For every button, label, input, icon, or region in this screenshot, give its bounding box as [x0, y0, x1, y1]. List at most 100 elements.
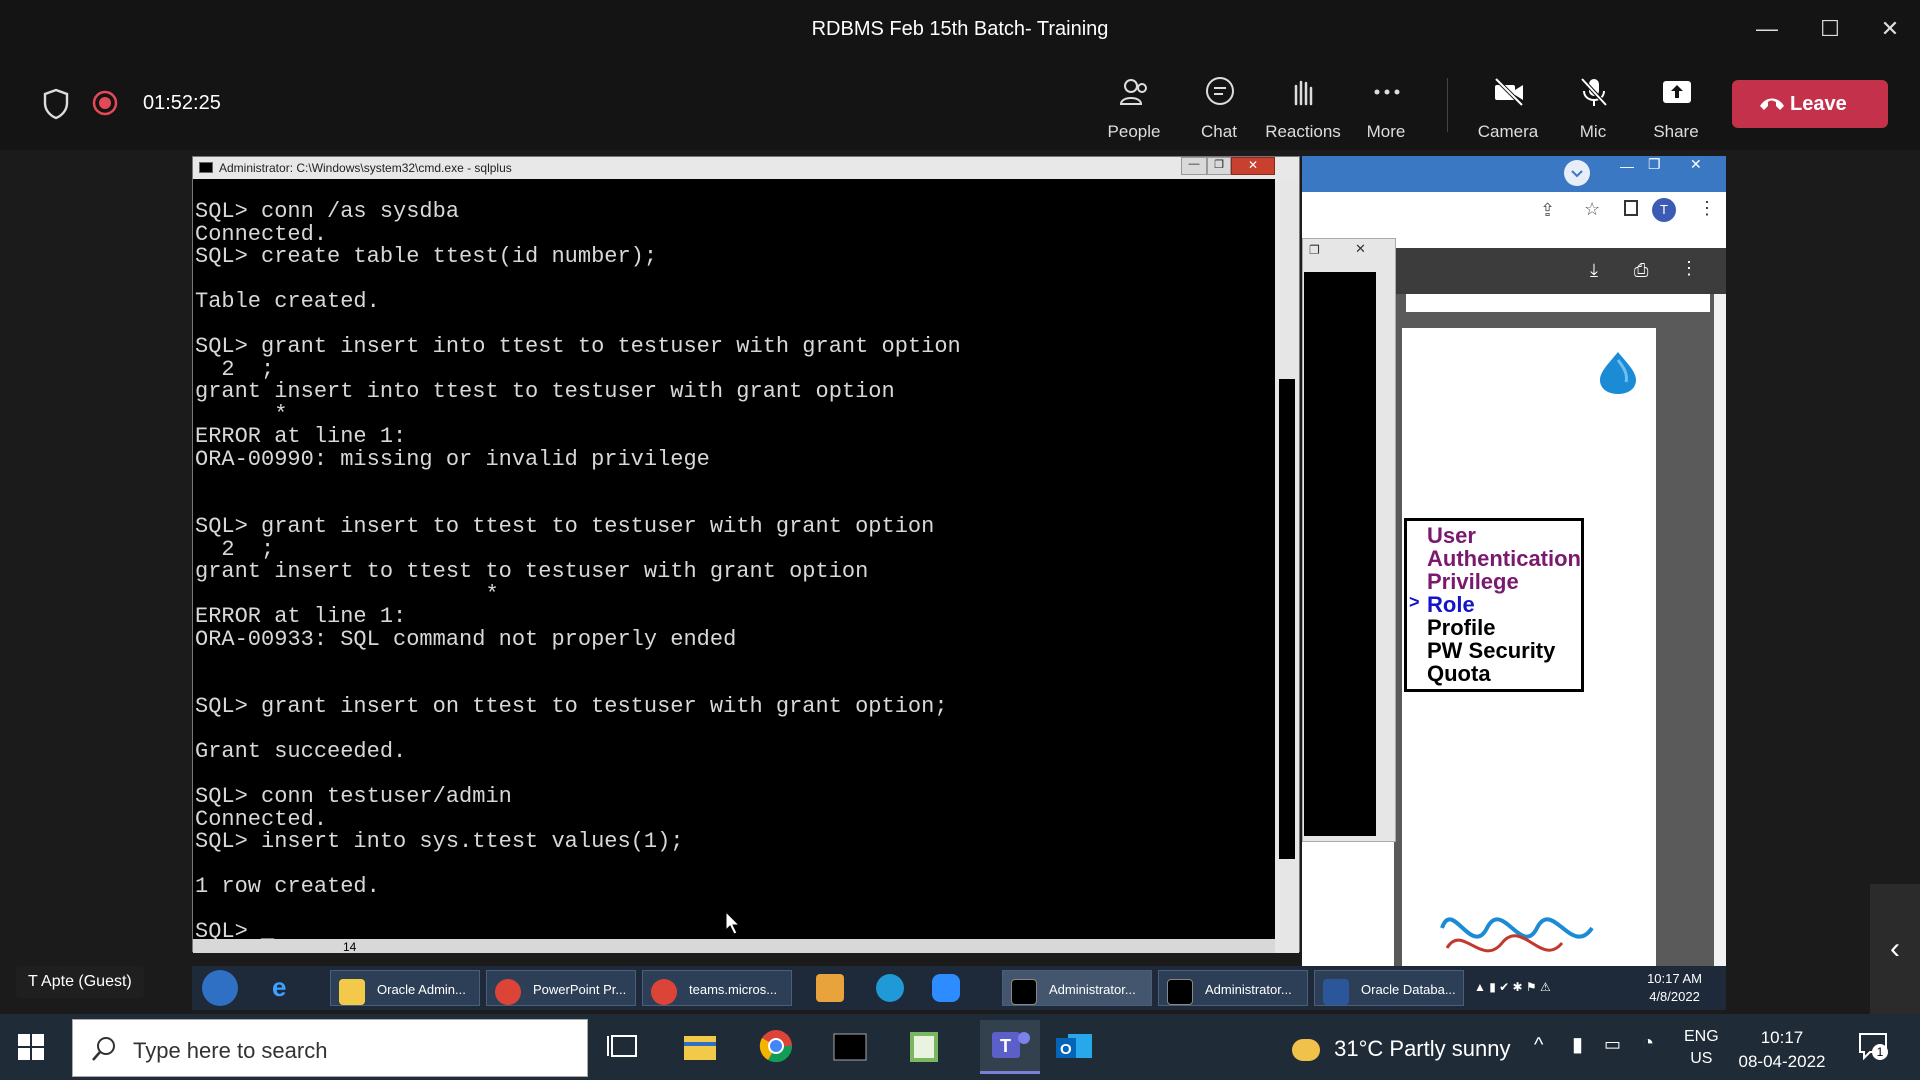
minimize-button[interactable]: — [1752, 14, 1782, 44]
background-console-area [1304, 272, 1376, 836]
console-line: Grant succeeded. [195, 739, 407, 764]
close-button[interactable]: ✕ [1875, 14, 1905, 44]
star-icon[interactable]: ☆ [1584, 199, 1600, 220]
download-icon[interactable]: ⤓ [1590, 260, 1598, 281]
participant-name-tag: T Apte (Guest) [16, 966, 144, 998]
chevron-down-icon[interactable] [1564, 160, 1590, 186]
remote-time: 10:17 AM [1647, 971, 1702, 986]
console-line: ERROR at line 1: [195, 424, 407, 449]
console-line: ERROR at line 1: [195, 604, 407, 629]
microphone-tray-icon[interactable]: ▮ [1572, 1032, 1583, 1057]
remote-task-powerpoint[interactable]: PowerPoint Pr... [486, 970, 636, 1006]
cmd-scroll-thumb[interactable] [1279, 379, 1295, 859]
leave-button[interactable]: Leave [1732, 80, 1888, 128]
outlook-icon[interactable]: O [1054, 1026, 1094, 1066]
chrome-icon [495, 979, 521, 1005]
remote-start-icon[interactable] [202, 970, 238, 1006]
terminal-icon[interactable] [830, 1026, 870, 1066]
weather-text: 31°C Partly sunny [1334, 1036, 1511, 1061]
notification-center-icon[interactable]: 1 [1858, 1032, 1888, 1065]
browser-close-icon[interactable]: ✕ [1690, 156, 1702, 173]
remote-tray-icons[interactable]: ▲ ▮ ✔ ✱ ⚑ ⚠ [1474, 980, 1604, 996]
console-line: SQL> insert into sys.ttest values(1); [195, 829, 684, 854]
taskbar-search-box[interactable]: Type here to search [72, 1019, 588, 1077]
pdf-menu-icon[interactable]: ⋮ [1680, 258, 1698, 279]
share-page-icon[interactable]: ⇪ [1540, 200, 1555, 221]
task-view-icon[interactable] [604, 1026, 644, 1066]
console-line: ORA-00933: SQL command not properly ende… [195, 626, 737, 652]
chat-label: Chat [1201, 122, 1237, 141]
internet-explorer-icon[interactable]: e [272, 972, 304, 1004]
remote-task-oracle-admin[interactable]: Oracle Admin... [330, 970, 480, 1006]
weather-widget[interactable]: 31°C Partly sunny [1292, 1036, 1510, 1062]
pdf-scrollbar[interactable] [1714, 294, 1726, 970]
notepad-icon[interactable] [904, 1026, 944, 1066]
svg-text:O: O [1060, 1041, 1072, 1058]
people-label: People [1107, 122, 1161, 141]
browser-address-bar: ⇪ ☆ T ⋮ [1302, 192, 1726, 232]
mic-off-icon [1580, 77, 1608, 107]
pdf-toolbar: ⤓ ⎙ ⋮ [1394, 248, 1726, 294]
media-player-icon[interactable] [816, 974, 844, 1002]
tray-chevron-icon[interactable]: ^ [1534, 1034, 1543, 1057]
windows-start-icon[interactable] [18, 1034, 44, 1065]
browser-restore-icon[interactable]: ❐ [1648, 156, 1661, 173]
decorative-swirl-graphic [1432, 888, 1602, 973]
maximize-button[interactable]: ☐ [1815, 14, 1845, 44]
camera-button[interactable]: Camera [1465, 74, 1551, 144]
reactions-button[interactable]: Reactions [1260, 74, 1346, 144]
print-icon[interactable]: ⎙ [1634, 260, 1648, 281]
teams-icon[interactable]: T [980, 1020, 1040, 1074]
dialog-restore-icon[interactable]: ❐ [1309, 243, 1320, 257]
battery-icon[interactable]: ▭ [1604, 1034, 1621, 1055]
chat-button[interactable]: Chat [1176, 74, 1262, 144]
file-explorer-icon[interactable] [680, 1026, 720, 1066]
language-indicator[interactable]: ENG US [1684, 1026, 1719, 1070]
people-button[interactable]: People [1091, 74, 1177, 144]
cmd-maximize-button[interactable]: ❐ [1207, 157, 1231, 175]
remote-task-oracle-database[interactable]: Oracle Databa... [1314, 970, 1464, 1006]
cmd-console-output[interactable]: SQL> conn /as sysdba Connected. SQL> creat… [195, 200, 1265, 942]
dialog-close-icon[interactable]: ✕ [1355, 241, 1366, 257]
remote-task-teams[interactable]: teams.micros... [642, 970, 792, 1006]
cmd-vertical-scrollbar[interactable] [1275, 179, 1299, 953]
share-button[interactable]: Share [1633, 74, 1719, 144]
camera-off-icon [1494, 77, 1524, 107]
zoom-icon[interactable] [932, 974, 960, 1002]
windows-taskbar: Type here to search T O 31°C Partly sunn… [0, 1014, 1920, 1080]
browser-menu-icon[interactable]: ⋮ [1698, 198, 1716, 219]
chrome-icon[interactable] [756, 1026, 796, 1066]
browser-minimize-icon[interactable]: — [1620, 158, 1634, 174]
cmd-hscroll-label: 14 [343, 940, 357, 954]
mouse-cursor-icon [725, 910, 741, 940]
taskbar-clock[interactable]: 10:17 08-04-2022 [1734, 1026, 1830, 1074]
remote-task-administrator-1[interactable]: Administrator... [1002, 970, 1152, 1006]
remote-date: 4/8/2022 [1649, 989, 1700, 1004]
mic-button[interactable]: Mic [1550, 74, 1636, 144]
leave-label: Leave [1790, 93, 1847, 115]
wifi-icon[interactable]: ◔ [1642, 1032, 1654, 1055]
profile-avatar[interactable]: T [1652, 198, 1676, 222]
edge-icon[interactable] [876, 974, 904, 1002]
more-button[interactable]: More [1343, 74, 1429, 144]
svg-text:T: T [1000, 1036, 1011, 1056]
pdf-page: User Authentication Privilege > Role Pro… [1402, 328, 1656, 970]
sidebar-icon[interactable] [1624, 200, 1638, 216]
chevron-left-icon[interactable]: ‹ [1870, 884, 1920, 1014]
console-line: ORA-00990: missing or invalid privilege [195, 446, 710, 472]
cmd-horizontal-scrollbar[interactable]: 14 [193, 939, 1275, 954]
cmd-minimize-button[interactable]: — [1181, 157, 1207, 175]
cmd-close-button[interactable]: ✕ [1231, 157, 1275, 175]
chrome-icon [651, 979, 677, 1005]
remote-task-administrator-2[interactable]: Administrator... [1158, 970, 1308, 1006]
language-code: ENG [1684, 1028, 1719, 1045]
search-placeholder: Type here to search [133, 1038, 328, 1063]
search-icon [92, 1037, 115, 1061]
console-line: * [195, 401, 288, 427]
word-icon [1323, 979, 1349, 1005]
